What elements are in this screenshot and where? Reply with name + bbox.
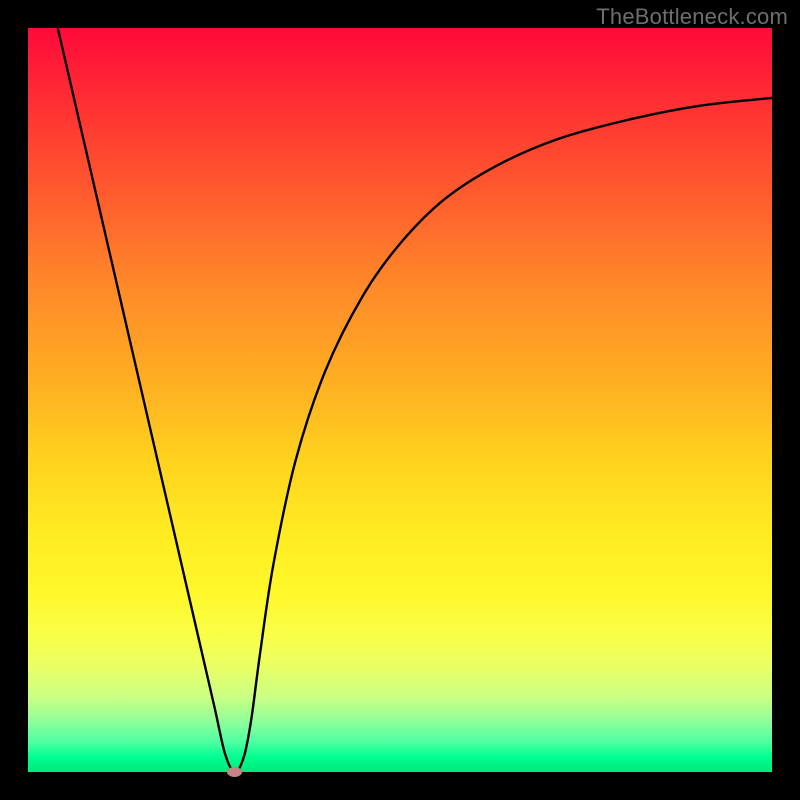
- chart-frame: TheBottleneck.com: [0, 0, 800, 800]
- plot-area: [28, 28, 772, 772]
- bottleneck-curve: [28, 28, 772, 772]
- watermark-text: TheBottleneck.com: [596, 4, 788, 30]
- minimum-marker: [227, 767, 242, 777]
